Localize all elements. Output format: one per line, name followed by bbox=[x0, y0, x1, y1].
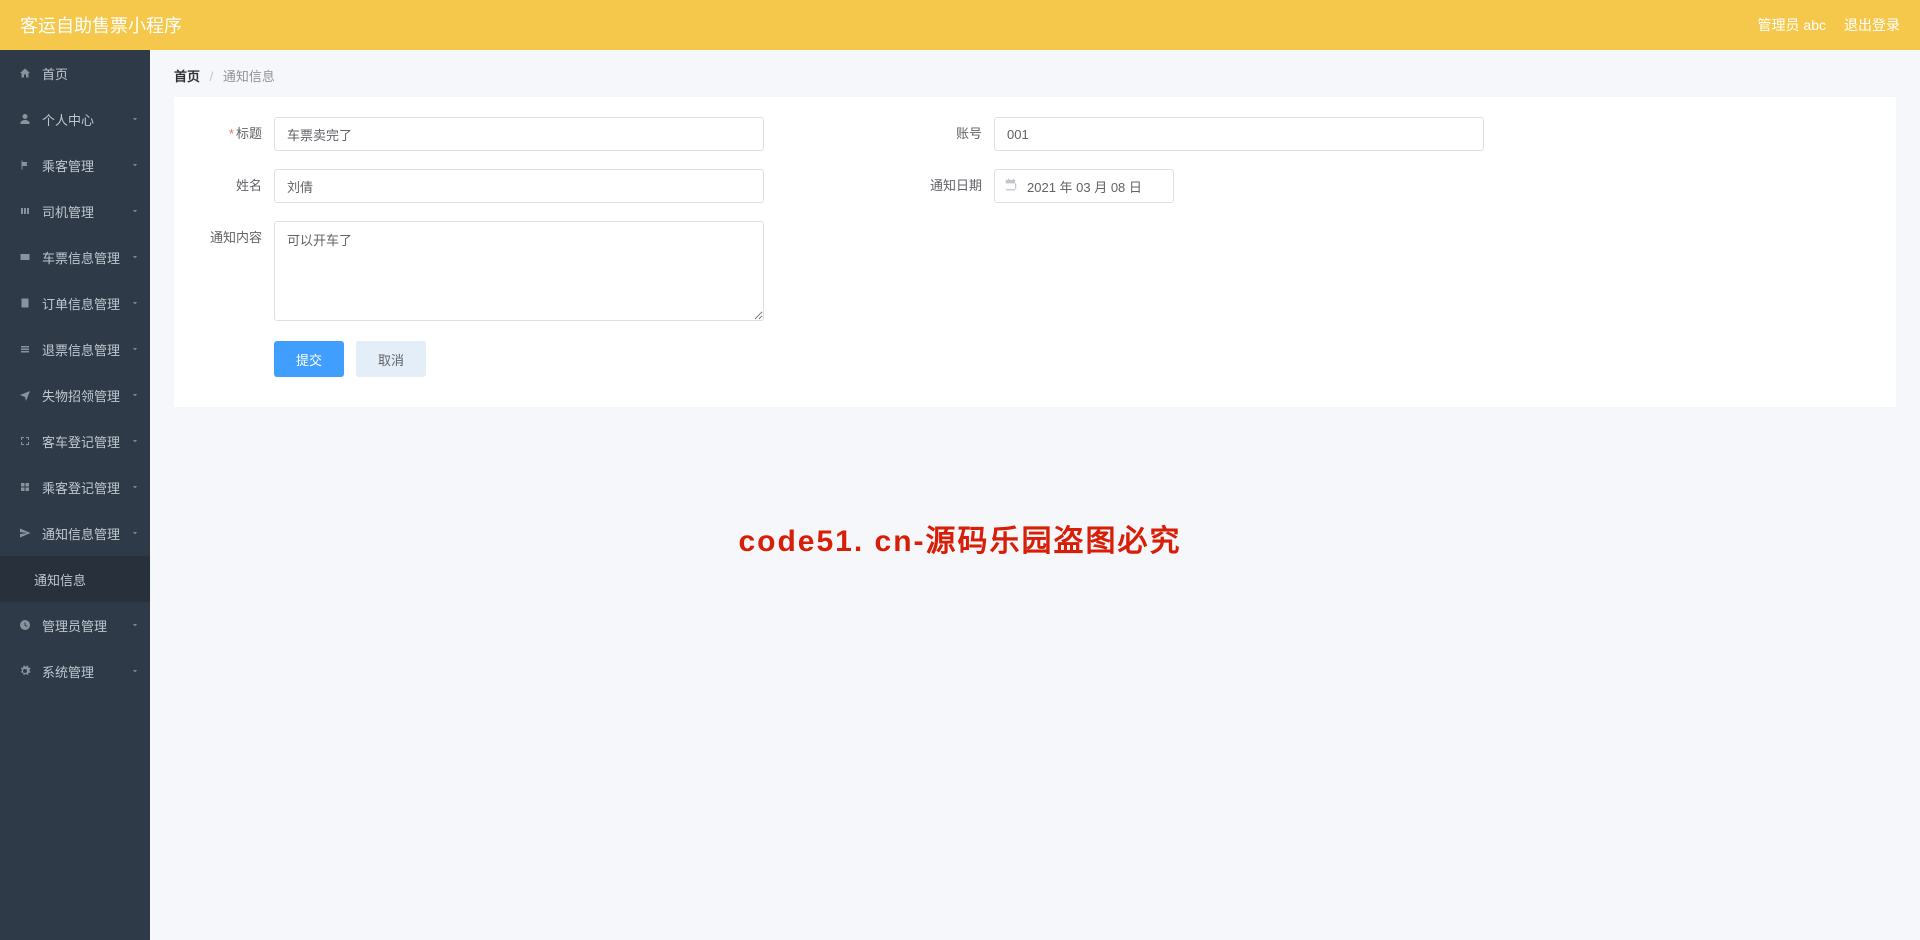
sidebar-item-label: 系统管理 bbox=[42, 662, 94, 681]
sidebar-subitem-label: 通知信息 bbox=[34, 570, 86, 589]
chevron-down-icon bbox=[130, 342, 140, 357]
sidebar-item-label: 个人中心 bbox=[42, 110, 94, 129]
chevron-down-icon bbox=[130, 388, 140, 403]
date-input[interactable] bbox=[994, 169, 1174, 203]
title-input[interactable] bbox=[274, 117, 764, 151]
sidebar-item-label: 管理员管理 bbox=[42, 616, 107, 635]
form-item-name: 姓名 bbox=[184, 169, 764, 203]
topbar-right: 管理员 abc 退出登录 bbox=[1758, 15, 1900, 35]
card-icon bbox=[18, 250, 32, 264]
refund-icon bbox=[18, 342, 32, 356]
chevron-down-icon bbox=[130, 250, 140, 265]
order-icon bbox=[18, 296, 32, 310]
sidebar-item-label: 司机管理 bbox=[42, 202, 94, 221]
chevron-down-icon bbox=[130, 158, 140, 173]
name-label: 姓名 bbox=[184, 169, 274, 203]
form-item-account: 账号 bbox=[904, 117, 1624, 151]
chevron-down-icon bbox=[130, 296, 140, 311]
breadcrumb: 首页 / 通知信息 bbox=[150, 50, 1920, 97]
sidebar-item-label: 退票信息管理 bbox=[42, 340, 120, 359]
home-icon bbox=[18, 66, 32, 80]
form-item-date: 通知日期 bbox=[904, 169, 1624, 203]
sidebar-subitem-notice-info[interactable]: 通知信息 bbox=[0, 556, 150, 602]
sidebar-item-home[interactable]: 首页 bbox=[0, 50, 150, 96]
sidebar-item-label: 乘客管理 bbox=[42, 156, 94, 175]
sidebar-item-ticket[interactable]: 车票信息管理 bbox=[0, 234, 150, 280]
user-icon bbox=[18, 112, 32, 126]
cancel-button[interactable]: 取消 bbox=[356, 341, 426, 377]
grid-icon bbox=[18, 480, 32, 494]
chevron-down-icon bbox=[130, 434, 140, 449]
flag-icon bbox=[18, 158, 32, 172]
breadcrumb-current: 通知信息 bbox=[223, 69, 275, 84]
title-label: *标题 bbox=[184, 117, 274, 151]
account-input[interactable] bbox=[994, 117, 1484, 151]
sidebar-item-lost[interactable]: 失物招领管理 bbox=[0, 372, 150, 418]
topbar-admin[interactable]: 管理员 abc bbox=[1758, 15, 1826, 35]
send-icon bbox=[18, 526, 32, 540]
sidebar-item-label: 乘客登记管理 bbox=[42, 478, 120, 497]
name-input[interactable] bbox=[274, 169, 764, 203]
sidebar-item-system[interactable]: 系统管理 bbox=[0, 648, 150, 694]
chevron-down-icon bbox=[130, 204, 140, 219]
bars-icon bbox=[18, 204, 32, 218]
form-item-content: 通知内容 bbox=[184, 221, 764, 321]
form-panel: *标题 账号 姓名 通知日期 通知内容 bbox=[174, 97, 1896, 407]
sidebar-item-admin[interactable]: 管理员管理 bbox=[0, 602, 150, 648]
content-label: 通知内容 bbox=[184, 221, 274, 255]
breadcrumb-home[interactable]: 首页 bbox=[174, 69, 200, 84]
chevron-down-icon bbox=[130, 526, 140, 541]
chevron-down-icon bbox=[130, 664, 140, 679]
account-label: 账号 bbox=[904, 117, 994, 151]
breadcrumb-sep: / bbox=[210, 69, 214, 84]
date-label: 通知日期 bbox=[904, 169, 994, 203]
sidebar-item-refund[interactable]: 退票信息管理 bbox=[0, 326, 150, 372]
sidebar-item-label: 客车登记管理 bbox=[42, 432, 120, 451]
sidebar-item-label: 车票信息管理 bbox=[42, 248, 120, 267]
time-icon bbox=[18, 618, 32, 632]
sidebar-item-profile[interactable]: 个人中心 bbox=[0, 96, 150, 142]
submit-button[interactable]: 提交 bbox=[274, 341, 344, 377]
content: 首页 / 通知信息 *标题 账号 姓名 通知日期 bbox=[150, 50, 1920, 940]
topbar: 客运自助售票小程序 管理员 abc 退出登录 bbox=[0, 0, 1920, 50]
gear-icon bbox=[18, 664, 32, 678]
sidebar-item-notice[interactable]: 通知信息管理 bbox=[0, 510, 150, 556]
chevron-down-icon bbox=[130, 112, 140, 127]
form-item-title: *标题 bbox=[184, 117, 764, 151]
sidebar-item-driver[interactable]: 司机管理 bbox=[0, 188, 150, 234]
sidebar-item-passenger-register[interactable]: 乘客登记管理 bbox=[0, 464, 150, 510]
sidebar-item-bus-register[interactable]: 客车登记管理 bbox=[0, 418, 150, 464]
app-title: 客运自助售票小程序 bbox=[20, 12, 182, 38]
chevron-down-icon bbox=[130, 618, 140, 633]
sidebar-item-label: 失物招领管理 bbox=[42, 386, 120, 405]
expand-icon bbox=[18, 434, 32, 448]
calendar-icon bbox=[1004, 178, 1018, 195]
sidebar-item-label: 订单信息管理 bbox=[42, 294, 120, 313]
logout-link[interactable]: 退出登录 bbox=[1844, 15, 1900, 35]
content-textarea[interactable] bbox=[274, 221, 764, 321]
sidebar-item-label: 首页 bbox=[42, 64, 68, 83]
sidebar-item-passenger[interactable]: 乘客管理 bbox=[0, 142, 150, 188]
sidebar-item-label: 通知信息管理 bbox=[42, 524, 120, 543]
sidebar-item-order[interactable]: 订单信息管理 bbox=[0, 280, 150, 326]
sidebar: 首页 个人中心 乘客管理 司机管理 车票信息管理 订单信息管理 退票信息管理 失… bbox=[0, 50, 150, 940]
chevron-down-icon bbox=[130, 480, 140, 495]
plane-icon bbox=[18, 388, 32, 402]
